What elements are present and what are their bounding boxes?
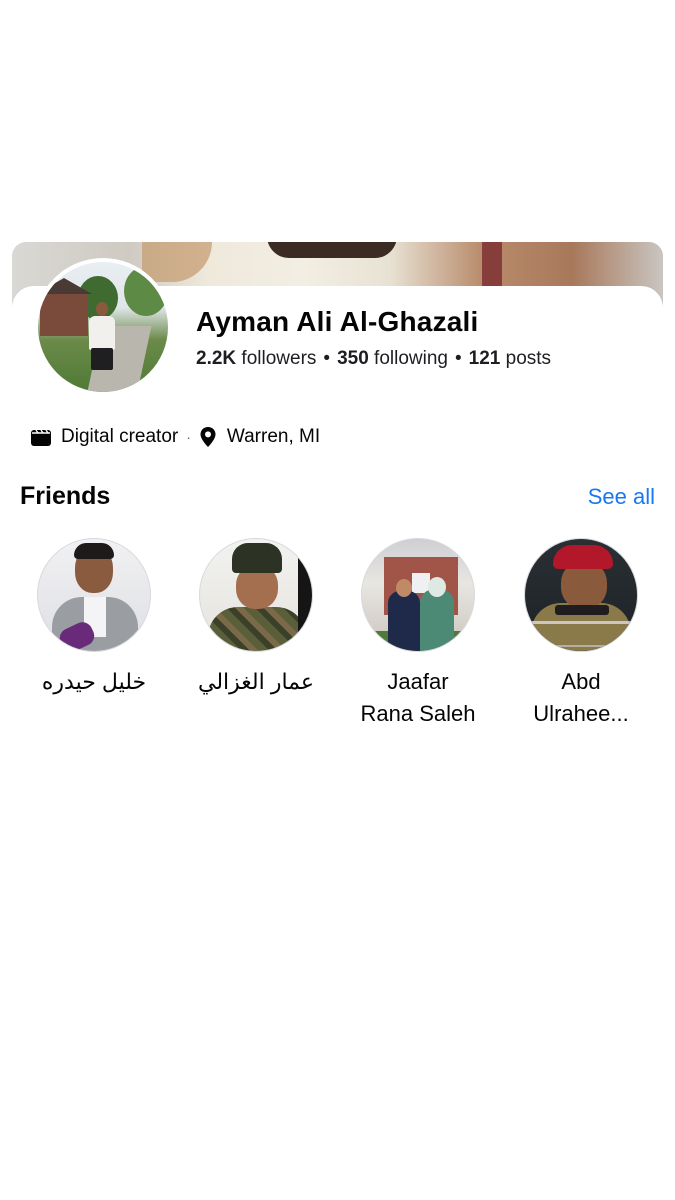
cover-detail <box>267 242 397 258</box>
location-label[interactable]: Warren, MI <box>227 426 320 448</box>
friend-name[interactable]: Abd Ulrahee... <box>501 666 661 730</box>
posts-link[interactable]: 121 posts <box>469 348 551 369</box>
stats-separator: • <box>454 348 462 369</box>
friend-avatar[interactable] <box>37 538 151 652</box>
friend-item[interactable]: عمار الغزالي <box>176 538 336 698</box>
followers-link[interactable]: 2.2K followers <box>196 348 316 369</box>
following-link[interactable]: 350 following <box>337 348 448 369</box>
friend-avatar[interactable] <box>361 538 475 652</box>
cover-detail <box>482 242 502 286</box>
profile-name: Ayman Ali Al-Ghazali <box>196 306 479 337</box>
profile-stats: 2.2K followers • 350 following • 121 posts <box>196 348 551 370</box>
friends-heading: Friends <box>20 482 111 510</box>
friend-item[interactable]: خليل حيدره <box>14 538 174 698</box>
friend-name[interactable]: عمار الغزالي <box>176 666 336 698</box>
location-pin-icon <box>199 426 217 448</box>
see-all-friends-link[interactable]: See all <box>588 484 655 510</box>
friend-item[interactable]: Abd Ulrahee... <box>501 538 661 730</box>
stats-separator: • <box>323 348 331 369</box>
profile-avatar[interactable] <box>34 258 172 396</box>
friend-name[interactable]: خليل حيدره <box>14 666 174 698</box>
details-separator: · <box>186 429 191 445</box>
profile-details: Digital creator · Warren, MI <box>30 424 320 450</box>
avatar-photo <box>38 262 168 392</box>
friend-avatar[interactable] <box>524 538 638 652</box>
friend-avatar[interactable] <box>199 538 313 652</box>
category-label: Digital creator <box>61 426 179 447</box>
friend-name[interactable]: Jaafar Rana Saleh <box>338 666 498 730</box>
friend-item[interactable]: Jaafar Rana Saleh <box>338 538 498 730</box>
clapperboard-icon <box>30 427 52 447</box>
